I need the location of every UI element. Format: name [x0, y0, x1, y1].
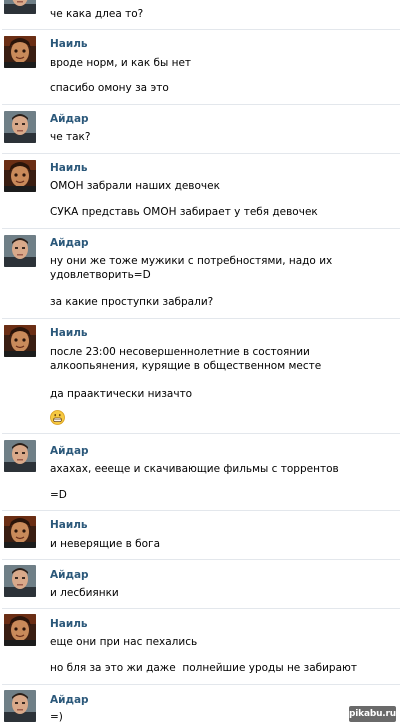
- avatar[interactable]: [4, 614, 36, 646]
- sender-name[interactable]: Айдар: [50, 568, 89, 582]
- sender-name[interactable]: Айдар: [50, 693, 89, 707]
- message-separator: [2, 228, 400, 229]
- message-text: ахахах, еееще и скачивающие фильмы с тор…: [50, 463, 339, 475]
- grinning-emoji-icon: [50, 410, 65, 425]
- message-separator: [2, 153, 400, 154]
- message-text: еще они при нас пехались: [50, 636, 198, 648]
- message-text: вроде норм, и как бы нет: [50, 57, 192, 69]
- message-text: после 23:00 несовершеннолетние в состоян…: [50, 346, 322, 372]
- message-text: =): [50, 711, 63, 723]
- message-separator: [2, 684, 400, 685]
- sender-name[interactable]: Наиль: [50, 326, 88, 340]
- message-text: че так?: [50, 131, 91, 143]
- sender-name[interactable]: Наиль: [50, 161, 88, 175]
- message-text: за какие проступки забрали?: [50, 296, 214, 308]
- sender-name[interactable]: Наиль: [50, 617, 88, 631]
- sender-name[interactable]: Айдар: [50, 112, 89, 126]
- message-text: но бля за это жи даже полнейшие уроды не…: [50, 662, 357, 674]
- message-text: и лесбиянки: [50, 587, 119, 599]
- message-separator: [2, 433, 400, 434]
- chat-log: че кака длеа то? Наиль вроде норм, и как…: [0, 0, 402, 725]
- message-separator: [2, 29, 400, 30]
- message-separator: [2, 559, 400, 560]
- sender-name[interactable]: Наиль: [50, 518, 88, 532]
- message-text: и неверящие в бога: [50, 538, 161, 550]
- avatar[interactable]: [4, 0, 36, 14]
- avatar[interactable]: [4, 516, 36, 548]
- sender-name[interactable]: Наиль: [50, 37, 88, 51]
- message-separator: [2, 104, 400, 105]
- avatar[interactable]: [4, 440, 36, 472]
- avatar[interactable]: [4, 36, 36, 68]
- avatar[interactable]: [4, 235, 36, 267]
- message-text: да праактически низачто: [50, 388, 193, 400]
- message-text: ОМОН забрали наших девочек: [50, 180, 220, 192]
- avatar[interactable]: [4, 690, 36, 722]
- watermark: pikabu.ru: [349, 706, 396, 722]
- avatar[interactable]: [4, 565, 36, 597]
- avatar[interactable]: [4, 111, 36, 143]
- avatar[interactable]: [4, 160, 36, 192]
- sender-name[interactable]: Айдар: [50, 444, 89, 458]
- message-text: спасибо омону за это: [50, 82, 169, 94]
- message-separator: [2, 318, 400, 319]
- sender-name[interactable]: Айдар: [50, 236, 89, 250]
- message-text: СУКА представь ОМОН забирает у тебя дево…: [50, 206, 318, 218]
- message-text: че кака длеа то?: [50, 8, 144, 20]
- avatar[interactable]: [4, 325, 36, 357]
- message-text: ну они же тоже мужики с потребностями, н…: [50, 255, 333, 281]
- message-text: =D: [50, 489, 67, 501]
- message-separator: [2, 608, 400, 609]
- message-separator: [2, 510, 400, 511]
